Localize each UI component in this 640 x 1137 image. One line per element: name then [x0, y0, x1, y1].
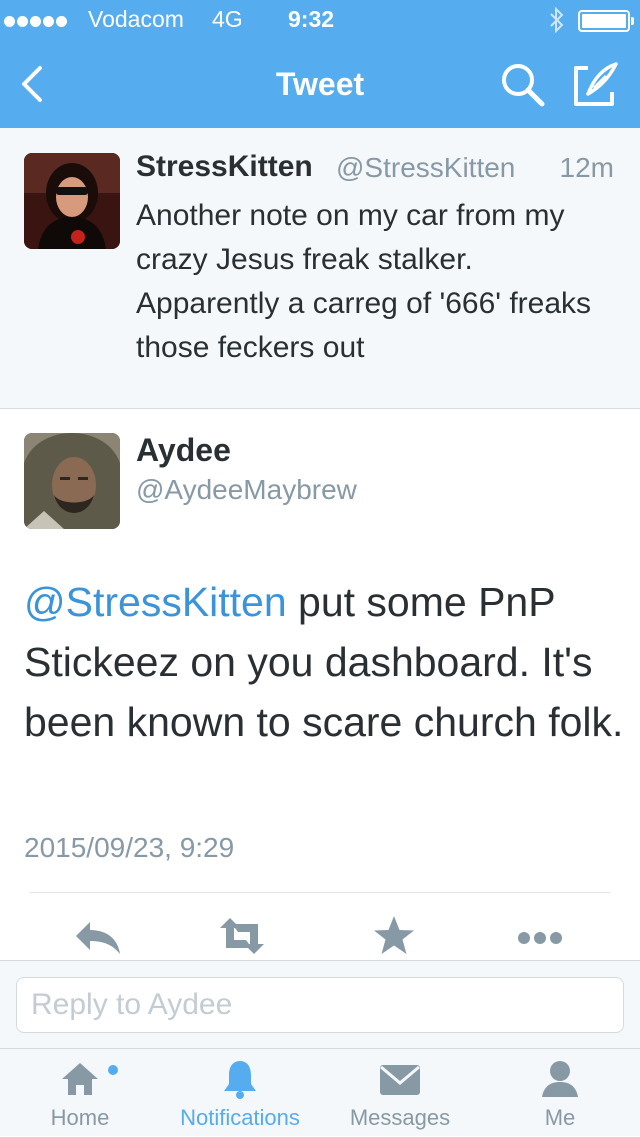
network-type: 4G — [212, 6, 243, 32]
bluetooth-icon — [550, 6, 564, 34]
tab-me[interactable]: Me — [480, 1049, 640, 1137]
reply-icon[interactable] — [70, 912, 130, 960]
favorite-icon[interactable] — [364, 912, 424, 960]
author-name[interactable]: StressKitten — [136, 150, 313, 184]
mention-link[interactable]: @StressKitten — [24, 579, 287, 625]
tweet-date: 2015/09/23, 9:29 — [24, 832, 235, 863]
reply-input[interactable] — [16, 977, 624, 1033]
tab-messages[interactable]: Messages — [320, 1049, 480, 1137]
tweet-time: 12m — [559, 152, 614, 183]
home-icon — [62, 1063, 98, 1095]
status-bar: Vodacom 4G 9:32 — [0, 0, 640, 40]
signal-strength-icon — [4, 14, 69, 32]
tab-bar: Home Notifications Messages Me — [0, 1048, 640, 1136]
more-icon[interactable] — [510, 912, 570, 960]
bell-icon — [224, 1061, 256, 1099]
tweet-text: Another note on my car from my crazy Jes… — [136, 199, 592, 364]
tab-label: Me — [544, 1105, 576, 1130]
retweet-icon[interactable] — [212, 912, 272, 960]
carrier-label: Vodacom — [88, 6, 184, 32]
tab-label: Notifications — [180, 1105, 300, 1130]
battery-icon — [578, 10, 634, 32]
envelope-icon — [380, 1065, 420, 1095]
tweet-text: @StressKitten put some PnP Stickeez on y… — [24, 572, 624, 752]
status-time: 9:32 — [288, 6, 335, 32]
search-icon[interactable] — [498, 60, 548, 110]
author-name[interactable]: Aydee — [136, 432, 231, 469]
original-tweet[interactable]: StressKitten @StressKitten 12m Another n… — [0, 128, 640, 409]
tab-label: Home — [50, 1105, 110, 1130]
nav-bar: Tweet — [0, 40, 640, 128]
avatar[interactable] — [24, 433, 120, 529]
person-icon — [542, 1061, 578, 1097]
tab-home[interactable]: Home — [0, 1049, 160, 1137]
tab-label: Messages — [349, 1105, 451, 1130]
author-handle[interactable]: @AydeeMaybrew — [136, 474, 357, 506]
reply-bar — [0, 960, 640, 1048]
compose-icon[interactable] — [568, 58, 622, 112]
tab-notifications[interactable]: Notifications — [160, 1049, 320, 1137]
divider — [30, 892, 610, 893]
new-content-indicator — [108, 1065, 118, 1075]
avatar[interactable] — [24, 153, 120, 249]
author-handle[interactable]: @StressKitten — [336, 152, 515, 184]
